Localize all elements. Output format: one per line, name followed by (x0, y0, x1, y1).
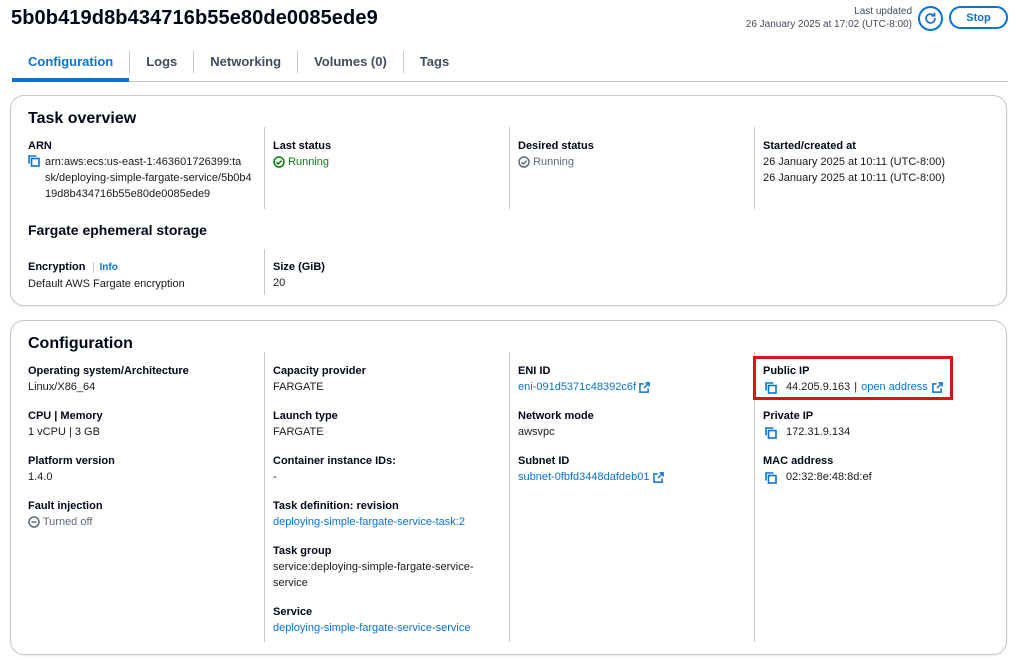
task-overview-title: Task overview (28, 110, 137, 127)
capacity-provider-label: Capacity provider (273, 365, 366, 377)
network-mode-value: awsvpc (518, 426, 555, 438)
fault-injection-label: Fault injection (28, 500, 103, 512)
last-updated-value: 26 January 2025 at 17:02 (UTC-8:00) (745, 19, 912, 30)
configuration-title: Configuration (28, 335, 133, 352)
launch-type-value: FARGATE (273, 426, 324, 438)
subnet-id-label: Subnet ID (518, 455, 570, 467)
task-definition-link[interactable]: deploying-simple-fargate-service-task:2 (273, 514, 509, 530)
cpu-memory-label: CPU | Memory (28, 410, 103, 422)
eni-id-label: ENI ID (518, 365, 551, 377)
config-column-2: Capacity provider FARGATE Launch type FA… (264, 352, 509, 642)
stop-button[interactable]: Stop (949, 6, 1008, 29)
encryption-field: Encryption Info Default AWS Fargate encr… (28, 260, 263, 292)
tab-networking[interactable]: Networking (194, 48, 297, 76)
task-overview-panel: Task overview ARN arn:aws:ecs:us-east-1:… (10, 95, 1007, 306)
container-ids-label: Container instance IDs: (273, 455, 396, 467)
page-title: 5b0b419d8b434716b55e80de0085ede9 (11, 7, 378, 29)
minus-circle-icon (28, 516, 40, 528)
tab-configuration[interactable]: Configuration (12, 48, 130, 82)
network-mode-label: Network mode (518, 410, 594, 422)
copy-icon[interactable] (28, 155, 40, 167)
last-updated-label: Last updated (854, 6, 912, 17)
private-ip-label: Private IP (763, 410, 814, 422)
refresh-button[interactable] (918, 6, 943, 31)
last-status-value: Running (288, 156, 330, 168)
os-label: Operating system/Architecture (28, 365, 189, 377)
size-value: 20 (273, 277, 286, 289)
desired-status-field: Desired status Running (509, 127, 754, 209)
status-success-icon (273, 156, 285, 168)
task-group-label: Task group (273, 545, 332, 557)
last-status-field: Last status Running (264, 127, 509, 209)
capacity-provider-value: FARGATE (273, 381, 324, 393)
mac-address-label: MAC address (763, 455, 834, 467)
external-link-icon[interactable] (639, 381, 650, 393)
eni-id-link[interactable]: eni-091d5371c48392c6f (518, 381, 636, 393)
task-group-value: service:deploying-simple-fargate-service… (273, 561, 474, 589)
last-status-label: Last status (273, 140, 332, 152)
service-link[interactable]: deploying-simple-fargate-service-service (273, 620, 509, 636)
platform-label: Platform version (28, 455, 115, 467)
started-field: Started/created at 26 January 2025 at 10… (754, 127, 994, 209)
tab-bar: Configuration Logs Networking Volumes (0… (12, 48, 1008, 82)
tab-logs[interactable]: Logs (130, 48, 193, 76)
os-value: Linux/X86_64 (28, 381, 96, 393)
encryption-value: Default AWS Fargate encryption (28, 278, 185, 290)
info-link[interactable]: Info (92, 262, 118, 273)
arn-label: ARN (28, 140, 52, 152)
external-link-icon[interactable] (652, 471, 664, 483)
config-column-3: ENI ID eni-091d5371c48392c6f Network mod… (509, 352, 754, 642)
copy-icon[interactable] (765, 426, 777, 439)
launch-type-label: Launch type (273, 410, 338, 422)
public-ip-highlight (753, 356, 953, 400)
config-column-1: Operating system/Architecture Linux/X86_… (28, 364, 263, 544)
encryption-label: Encryption (28, 261, 86, 273)
created-value: 26 January 2025 at 10:11 (UTC-8:00) (763, 172, 946, 184)
container-ids-value: - (273, 471, 277, 483)
tab-volumes[interactable]: Volumes (0) (298, 48, 403, 76)
service-label: Service (273, 606, 313, 618)
size-label: Size (GiB) (273, 261, 325, 273)
started-value: 26 January 2025 at 10:11 (UTC-8:00) (763, 156, 946, 168)
desired-status-value: Running (533, 156, 575, 168)
started-label: Started/created at (763, 140, 856, 152)
task-definition-label: Task definition: revision (273, 500, 399, 512)
tab-tags[interactable]: Tags (404, 48, 465, 76)
size-field: Size (GiB) 20 (264, 249, 509, 295)
last-updated: Last updated 26 January 2025 at 17:02 (U… (746, 5, 912, 31)
status-stopped-icon (518, 156, 530, 168)
copy-icon[interactable] (765, 471, 777, 484)
arn-value: arn:aws:ecs:us-east-1:463601726399:ta sk… (45, 156, 252, 200)
refresh-icon (925, 12, 936, 24)
platform-value: 1.4.0 (28, 471, 53, 483)
arn-field: ARN arn:aws:ecs:us-east-1:463601726399:t… (28, 139, 258, 202)
cpu-memory-value: 1 vCPU | 3 GB (28, 426, 100, 438)
desired-status-label: Desired status (518, 140, 594, 152)
fault-injection-value: Turned off (42, 516, 93, 528)
subnet-id-link[interactable]: subnet-0fbfd3448dafdeb01 (518, 471, 650, 483)
storage-title: Fargate ephemeral storage (28, 222, 207, 238)
mac-address-value: 02:32:8e:48:8d:ef (786, 471, 872, 483)
private-ip-value: 172.31.9.134 (786, 426, 851, 438)
